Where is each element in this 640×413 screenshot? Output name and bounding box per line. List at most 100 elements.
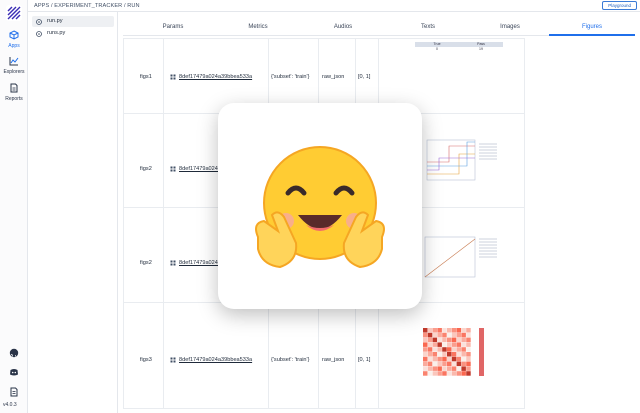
left-rail: Apps Explorers Reports v4.0.3 <box>0 0 28 413</box>
run-hash-icon <box>170 166 176 172</box>
document-icon <box>10 83 18 93</box>
version-label: v4.0.3 <box>3 402 17 408</box>
heatmap-cell <box>423 371 428 376</box>
heatmap-cell <box>447 371 452 376</box>
context-value: {'subset': 'train'} <box>271 357 310 363</box>
heatmap-cell <box>461 361 466 367</box>
heatmap-cell <box>447 352 452 357</box>
heatmap-cell <box>466 332 471 338</box>
heatmap-cell <box>461 328 466 333</box>
heatmap-cell <box>437 342 442 347</box>
heatmap-cell <box>456 342 462 347</box>
figure-table-thumbnail[interactable]: True Pass 0 19 <box>415 42 503 54</box>
breadcrumb: APPS / EXPERIMENT_TRACKER / RUN <box>34 3 140 9</box>
heatmap-cell <box>456 371 462 376</box>
heatmap-cell <box>451 352 457 357</box>
heatmap-cell <box>423 328 428 333</box>
tab-audios[interactable]: Audios <box>308 24 378 30</box>
heatmap-cell <box>437 366 442 371</box>
heatmap-cell <box>423 337 428 343</box>
heatmap-cell <box>466 337 471 343</box>
github-icon[interactable] <box>9 348 19 358</box>
heatmap-cell <box>447 356 452 362</box>
docs-icon[interactable] <box>9 387 19 397</box>
heatmap-cell <box>466 342 471 347</box>
heatmap-cell <box>423 332 428 338</box>
heatmap-cell <box>427 371 433 376</box>
discord-icon[interactable] <box>9 367 19 377</box>
playground-button[interactable]: Playground <box>602 1 637 10</box>
aim-logo-icon[interactable] <box>6 5 22 21</box>
heatmap-cell <box>442 342 447 347</box>
heatmap-cell <box>447 342 452 347</box>
tab-bar: Params Metrics Audios Texts Images Figur… <box>123 21 635 36</box>
heatmap-cell <box>466 371 471 376</box>
heatmap-cell <box>466 361 471 367</box>
heatmap-cell <box>451 342 457 347</box>
rail-item-apps[interactable]: Apps <box>0 30 28 49</box>
heatmap-cell <box>461 366 466 371</box>
heatmap-cell <box>437 361 442 367</box>
heatmap-cell <box>442 352 447 357</box>
line-figure[interactable] <box>419 233 503 283</box>
heatmap-cell <box>423 361 428 367</box>
heatmap-cell <box>432 347 438 352</box>
tab-images[interactable]: Images <box>475 24 545 30</box>
heatmap-cell <box>442 337 447 343</box>
heatmap-cell <box>432 328 438 333</box>
heatmap-cell <box>427 356 433 362</box>
heatmap-cell <box>461 371 466 376</box>
rail-label-apps: Apps <box>8 43 20 49</box>
heatmap-cell <box>437 332 442 338</box>
heatmap-cell <box>432 371 438 376</box>
heatmap-cell <box>466 347 471 352</box>
range-value: [0, 1] <box>358 74 371 80</box>
heatmap-cell <box>427 328 433 333</box>
file-name: runs.py <box>47 30 66 36</box>
tab-metrics[interactable]: Metrics <box>223 24 293 30</box>
heatmap-cell <box>451 347 457 352</box>
active-tab-indicator <box>549 34 635 36</box>
heatmap-cell <box>427 347 433 352</box>
rail-item-explorers[interactable]: Explorers <box>0 56 28 75</box>
tab-params[interactable]: Params <box>138 24 208 30</box>
hugging-face-emoji-icon <box>255 146 385 269</box>
heatmap-cell <box>447 328 452 333</box>
row-name: figs2 <box>140 260 152 266</box>
cube-icon <box>9 30 19 40</box>
heatmap-cell <box>447 366 452 371</box>
heatmap-cell <box>451 366 457 371</box>
heatmap-cell <box>447 332 452 338</box>
step-line-figure[interactable] <box>419 136 503 186</box>
heatmap-cell <box>427 361 433 367</box>
heatmap-cell <box>432 352 438 357</box>
heatmap-cell <box>466 352 471 357</box>
heatmap-cell <box>442 361 447 367</box>
run-hash-link[interactable]: 8def17479a024a39bbea533a <box>179 74 252 80</box>
heatmap-cell <box>437 371 442 376</box>
heatmap-cell <box>456 328 462 333</box>
file-item[interactable]: run.py <box>32 16 114 27</box>
heatmap-cell <box>427 337 433 343</box>
heatmap-cell <box>461 337 466 343</box>
rail-label-reports: Reports <box>5 96 23 102</box>
tab-figures[interactable]: Figures <box>557 24 627 30</box>
heatmap-cell <box>447 347 452 352</box>
heatmap-cell <box>437 337 442 343</box>
heatmap-cell <box>423 366 428 371</box>
heatmap-cell <box>456 366 462 371</box>
heatmap-cell <box>423 352 428 357</box>
heatmap-cell <box>447 337 452 343</box>
run-hash-icon <box>170 260 176 266</box>
run-hash-link[interactable]: 8def17479a024a39bbea533a <box>179 357 252 363</box>
heatmap-cell <box>437 328 442 333</box>
python-file-icon <box>36 30 42 37</box>
heatmap-cell <box>432 361 438 367</box>
heatmap-cell <box>432 337 438 343</box>
heatmap-figure[interactable] <box>421 326 493 382</box>
rail-item-reports[interactable]: Reports <box>0 83 28 102</box>
file-item[interactable]: runs.py <box>32 28 114 39</box>
heatmap-cell <box>461 332 466 338</box>
tab-texts[interactable]: Texts <box>393 24 463 30</box>
top-bar: APPS / EXPERIMENT_TRACKER / RUN Playgrou… <box>28 0 640 12</box>
